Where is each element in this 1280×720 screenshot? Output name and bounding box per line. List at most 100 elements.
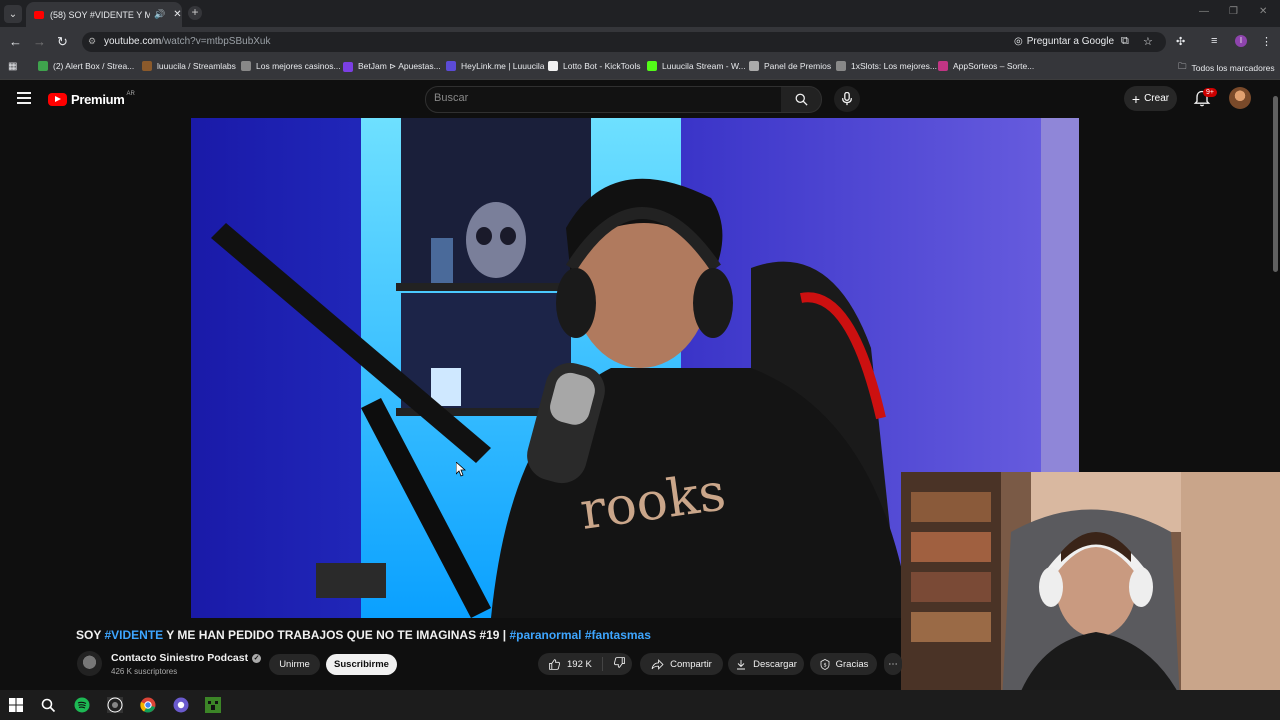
join-button[interactable]: Unirme	[269, 654, 320, 675]
bookmark-label: Lotto Bot - KickTools	[563, 61, 641, 71]
forward-icon[interactable]: →	[33, 34, 46, 49]
extensions-icon[interactable]: ✣	[1176, 35, 1185, 48]
install-app-icon[interactable]: ⧉	[1121, 35, 1129, 48]
guide-menu-icon[interactable]	[17, 92, 31, 104]
hashtag-link[interactable]: #paranormal	[509, 628, 581, 642]
video-title: SOY #VIDENTE Y ME HAN PEDIDO TRABAJOS QU…	[76, 628, 651, 642]
speaker-icon[interactable]: 🔊	[154, 9, 165, 20]
hashtag-link[interactable]: #fantasmas	[585, 628, 651, 642]
bookmark-item[interactable]: Luuucila Stream - W...	[647, 61, 746, 71]
download-icon	[737, 659, 746, 669]
youtube-favicon-icon	[34, 10, 44, 19]
channel-name-link[interactable]: Contacto Siniestro Podcast ✓	[111, 652, 262, 664]
thumbs-up-icon	[549, 658, 560, 670]
back-icon[interactable]: ←	[9, 34, 22, 49]
bookmark-favicon-icon	[836, 61, 846, 71]
bookmark-item[interactable]: HeyLink.me | Luuucila	[446, 61, 544, 71]
webcam-overlay	[901, 472, 1280, 720]
bookmark-item[interactable]: AppSorteos – Sorte...	[938, 61, 1034, 71]
title-text: SOY	[76, 628, 105, 642]
folder-icon: 🗀	[1178, 61, 1187, 71]
create-label: Crear	[1144, 93, 1170, 104]
bookmark-label: Panel de Premios	[764, 61, 832, 71]
subscribe-button[interactable]: Suscribirme	[326, 654, 397, 675]
bookmark-favicon-icon	[142, 61, 152, 71]
bookmark-favicon-icon	[38, 61, 48, 71]
bookmark-star-icon[interactable]: ☆	[1143, 35, 1153, 48]
profile-icon[interactable]: I	[1235, 35, 1247, 47]
search-button[interactable]	[781, 86, 822, 113]
search-placeholder: Buscar	[434, 92, 469, 104]
search-input[interactable]	[425, 86, 783, 113]
obs-icon[interactable]	[107, 697, 123, 713]
bookmark-item[interactable]: Los mejores casinos...	[241, 61, 341, 71]
voice-search-button[interactable]	[834, 86, 860, 112]
like-button[interactable]: 192 K	[538, 657, 603, 671]
restore-icon[interactable]: ❐	[1229, 6, 1238, 17]
share-arrow-icon	[651, 658, 664, 670]
spotify-icon[interactable]	[74, 697, 90, 713]
download-button[interactable]: Descargar	[728, 653, 804, 675]
chrome-profile-icon[interactable]	[173, 697, 189, 713]
browser-tab-youtube[interactable]: (58) SOY #VIDENTE Y ME H 🔊 ✕	[26, 2, 182, 27]
new-tab-button[interactable]: +	[188, 6, 202, 20]
bookmark-favicon-icon	[647, 61, 657, 71]
subscriber-count: 426 K suscriptores	[111, 667, 178, 676]
reload-icon[interactable]: ↻	[57, 34, 68, 50]
youtube-premium-logo[interactable]: Premium AR	[48, 90, 135, 107]
channel-avatar[interactable]	[77, 651, 102, 676]
download-label: Descargar	[753, 658, 797, 670]
tab-search-button[interactable]: ⌄	[4, 5, 22, 23]
bookmark-label: HeyLink.me | Luuucila	[461, 61, 545, 71]
site-info-icon[interactable]: ⚙	[88, 36, 96, 47]
super-thanks-icon: $	[820, 658, 830, 670]
bookmark-item[interactable]: (2) Alert Box / Strea...	[38, 61, 134, 71]
create-button[interactable]: + Crear	[1124, 86, 1177, 111]
url-text[interactable]: youtube.com/watch?v=mtbpSBubXuk	[104, 36, 271, 47]
account-avatar[interactable]	[1229, 87, 1251, 109]
bookmark-item[interactable]: luuucila / Streamlabs	[142, 61, 236, 71]
thumbs-down-icon	[613, 657, 625, 668]
bookmark-item[interactable]: Lotto Bot - KickTools	[548, 61, 640, 71]
youtube-play-icon	[48, 93, 67, 106]
bookmark-favicon-icon	[446, 61, 456, 71]
close-window-icon[interactable]: ✕	[1259, 6, 1267, 17]
all-bookmarks-folder[interactable]: 🗀 Todos los marcadores	[1178, 61, 1275, 75]
windows-start-icon[interactable]	[8, 697, 24, 713]
svg-text:$: $	[823, 662, 826, 668]
channel-name: Contacto Siniestro Podcast	[111, 652, 249, 664]
taskbar-search-icon[interactable]	[40, 697, 56, 713]
minecraft-icon[interactable]	[205, 697, 221, 713]
bookmark-favicon-icon	[938, 61, 948, 71]
verified-check-icon: ✓	[252, 653, 262, 663]
bookmark-favicon-icon	[749, 61, 759, 71]
bookmark-label: (2) Alert Box / Strea...	[53, 61, 135, 71]
bookmark-label: Luuucila Stream - W...	[662, 61, 746, 71]
minimize-icon[interactable]: —	[1199, 6, 1209, 17]
bookmark-favicon-icon	[343, 61, 353, 72]
ask-google-button[interactable]: ◎ Preguntar a Google	[1014, 36, 1114, 47]
tab-title: (58) SOY #VIDENTE Y ME H	[50, 9, 150, 20]
like-count: 192 K	[567, 658, 592, 670]
media-controls-icon[interactable]: ≡	[1211, 35, 1217, 47]
dislike-button[interactable]	[603, 656, 626, 672]
scrollbar-thumb[interactable]	[1273, 96, 1278, 272]
bookmark-item[interactable]: BetJam ⊳ Apuestas...	[343, 61, 441, 72]
menu-kebab-icon[interactable]: ⋮	[1261, 35, 1272, 48]
apps-grid-icon[interactable]: ▦	[8, 61, 17, 72]
more-actions-button[interactable]: ⋯	[884, 653, 902, 675]
share-button[interactable]: Compartir	[640, 653, 723, 675]
close-tab-icon[interactable]: ✕	[173, 9, 181, 20]
bookmark-label: AppSorteos – Sorte...	[953, 61, 1035, 71]
bookmark-favicon-icon	[241, 61, 251, 71]
thanks-button[interactable]: $ Gracias	[810, 653, 877, 675]
region-code: AR	[126, 90, 135, 97]
notification-count-badge: 9+	[1203, 88, 1217, 97]
mouse-cursor-icon	[456, 462, 466, 477]
bookmark-favicon-icon	[548, 61, 558, 71]
chrome-icon[interactable]	[140, 697, 156, 713]
hashtag-link[interactable]: #VIDENTE	[104, 628, 163, 642]
bookmark-item[interactable]: 1xSlots: Los mejores...	[836, 61, 937, 71]
url-path: /watch?v=mtbpSBubXuk	[161, 36, 271, 47]
bookmark-item[interactable]: Panel de Premios	[749, 61, 831, 71]
